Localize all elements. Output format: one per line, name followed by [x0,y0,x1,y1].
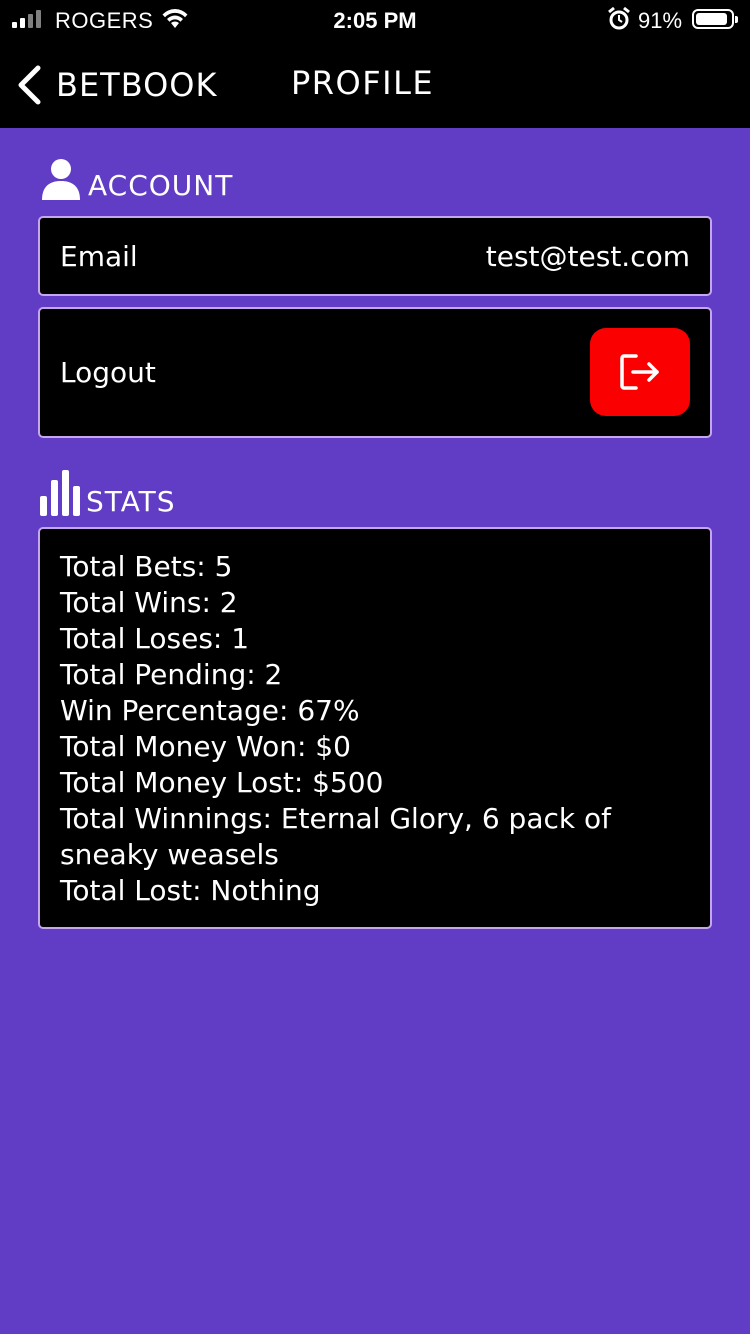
stats-header-label: STATS [86,485,176,518]
back-button[interactable]: BETBOOK [16,60,217,110]
back-label: BETBOOK [56,66,218,104]
battery-icon [692,9,738,29]
user-icon [42,159,80,200]
bar-chart-icon [40,470,80,516]
status-bar: ROGERS 2:05 PM 91% [0,0,750,40]
logout-label: Logout [60,356,156,389]
top-bar: ROGERS 2:05 PM 91% BETBOOK PROFILE [0,0,750,128]
stat-total-winnings: Total Winnings: Eternal Glory, 6 pack of… [60,802,611,871]
logout-button[interactable] [590,328,690,416]
email-row: Email test@test.com [38,216,712,296]
stat-total-pending: Total Pending: 2 [60,658,283,691]
email-label: Email [60,240,138,273]
stat-total-lost: Total Lost: Nothing [60,874,321,907]
logout-row: Logout [38,307,712,438]
alarm-icon [606,6,632,38]
stats-section-header: STATS [40,470,176,516]
chevron-left-icon [18,65,41,105]
stat-total-bets: Total Bets: 5 [60,550,233,583]
stats-card: Total Bets: 5 Total Wins: 2 Total Loses:… [38,527,712,929]
stats-list: Total Bets: 5 Total Wins: 2 Total Loses:… [60,549,690,909]
account-section-header: ACCOUNT [40,158,233,200]
page-title: PROFILE [291,64,435,102]
stat-total-wins: Total Wins: 2 [60,586,238,619]
stat-win-percentage: Win Percentage: 67% [60,694,360,727]
account-header-label: ACCOUNT [88,169,234,202]
email-value: test@test.com [485,240,690,273]
stat-money-won: Total Money Won: $0 [60,730,351,763]
logout-icon [620,354,659,390]
stat-total-loses: Total Loses: 1 [60,622,250,655]
stat-money-lost: Total Money Lost: $500 [60,766,384,799]
battery-percent: 91% [638,8,683,33]
